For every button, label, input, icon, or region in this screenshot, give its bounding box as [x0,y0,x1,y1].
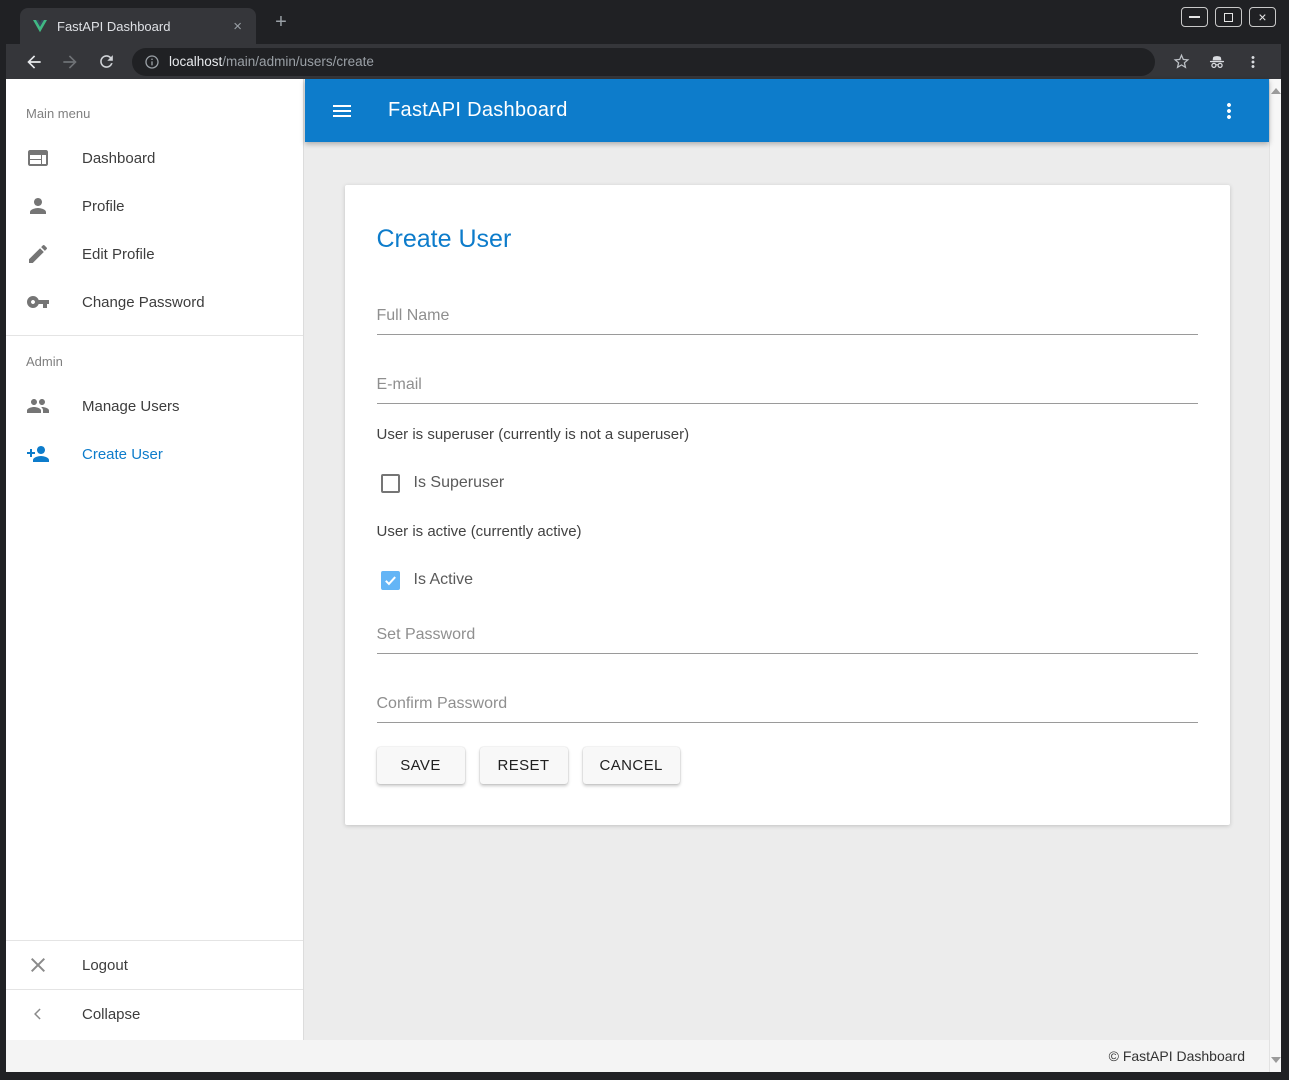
sidebar-section-main-menu: Main menu [6,79,303,134]
maximize-button[interactable] [1215,7,1242,27]
url-host: localhost [169,54,222,69]
browser-window: FastAPI Dashboard × + × localhost/main/a… [0,0,1289,1080]
scrollbar-up-arrow-icon[interactable] [1271,88,1281,94]
minimize-icon [1189,16,1200,18]
app-toolbar: FastAPI Dashboard [305,79,1269,142]
tab-strip: FastAPI Dashboard × + × [6,0,1281,44]
page-scrollbar[interactable] [1269,79,1281,1072]
page-viewport: Main menu Dashboard Profile Edit Profile [6,79,1281,1072]
sidebar-item-create-user[interactable]: Create User [6,430,303,478]
tab-close-icon[interactable]: × [229,18,246,35]
sidebar-item-label: Logout [82,957,128,974]
hamburger-menu-icon[interactable] [330,99,354,123]
logout-x-icon [26,953,50,977]
superuser-checkbox[interactable] [381,474,400,493]
dashboard-icon [26,146,50,170]
info-icon[interactable] [144,54,160,70]
browser-toolbar: localhost/main/admin/users/create [6,44,1281,79]
sidebar-item-label: Manage Users [82,398,180,415]
people-icon [26,394,50,418]
maximize-icon [1224,13,1233,22]
set-password-field[interactable] [377,626,1198,654]
sidebar: Main menu Dashboard Profile Edit Profile [6,79,304,1040]
reset-button[interactable]: RESET [480,747,568,784]
page-title: Create User [377,185,1198,253]
browser-menu-icon[interactable] [1240,49,1266,75]
back-icon[interactable] [21,49,47,75]
new-tab-button[interactable]: + [268,9,294,35]
pencil-icon [26,242,50,266]
sidebar-item-label: Edit Profile [82,246,155,263]
sidebar-item-label: Collapse [82,1006,140,1023]
active-checkbox-row: Is Active [377,566,1198,594]
active-checkbox-label: Is Active [414,571,474,589]
app-overflow-menu-icon[interactable] [1217,99,1241,123]
create-user-card: Create User User is superuser (currently… [345,185,1230,825]
page-footer: © FastAPI Dashboard [6,1040,1269,1072]
sidebar-item-dashboard[interactable]: Dashboard [6,134,303,182]
active-note: User is active (currently active) [377,523,1198,540]
form-actions: SAVE RESET CANCEL [377,747,1198,784]
minimize-button[interactable] [1181,7,1208,27]
forward-icon[interactable] [57,49,83,75]
person-icon [26,194,50,218]
browser-tab[interactable]: FastAPI Dashboard × [20,8,256,44]
sidebar-item-label: Create User [82,446,163,463]
copyright-text: © FastAPI Dashboard [1109,1048,1245,1064]
url-path: /main/admin/users/create [222,54,374,69]
sidebar-item-collapse[interactable]: Collapse [6,990,303,1038]
superuser-checkbox-row: Is Superuser [377,469,1198,497]
sidebar-section-admin: Admin [6,336,303,382]
reload-icon[interactable] [93,49,119,75]
active-checkbox[interactable] [381,571,400,590]
vue-favicon-icon [32,18,48,34]
person-add-icon [26,442,50,466]
superuser-note: User is superuser (currently is not a su… [377,426,1198,443]
email-field[interactable] [377,376,1198,404]
scrollbar-down-arrow-icon[interactable] [1271,1057,1281,1063]
sidebar-bottom: Logout Collapse [6,940,303,1038]
confirm-password-field[interactable] [377,695,1198,723]
main-content: Create User User is superuser (currently… [305,142,1269,1040]
key-icon [26,290,50,314]
sidebar-item-label: Profile [82,198,125,215]
tab-title: FastAPI Dashboard [57,19,229,34]
sidebar-item-label: Change Password [82,294,205,311]
app-title: FastAPI Dashboard [388,99,568,122]
sidebar-item-logout[interactable]: Logout [6,941,303,989]
superuser-checkbox-label: Is Superuser [414,474,505,492]
url-bar[interactable]: localhost/main/admin/users/create [132,48,1155,76]
close-icon: × [1258,10,1266,24]
close-button[interactable]: × [1249,7,1276,27]
window-controls: × [1181,7,1276,27]
sidebar-item-edit-profile[interactable]: Edit Profile [6,230,303,278]
sidebar-item-label: Dashboard [82,150,155,167]
full-name-field[interactable] [377,307,1198,335]
chevron-left-icon [28,1004,48,1024]
save-button[interactable]: SAVE [377,747,465,784]
sidebar-item-profile[interactable]: Profile [6,182,303,230]
bookmark-star-icon[interactable] [1168,49,1194,75]
incognito-icon [1204,49,1230,75]
sidebar-item-manage-users[interactable]: Manage Users [6,382,303,430]
sidebar-item-change-password[interactable]: Change Password [6,278,303,326]
cancel-button[interactable]: CANCEL [583,747,680,784]
